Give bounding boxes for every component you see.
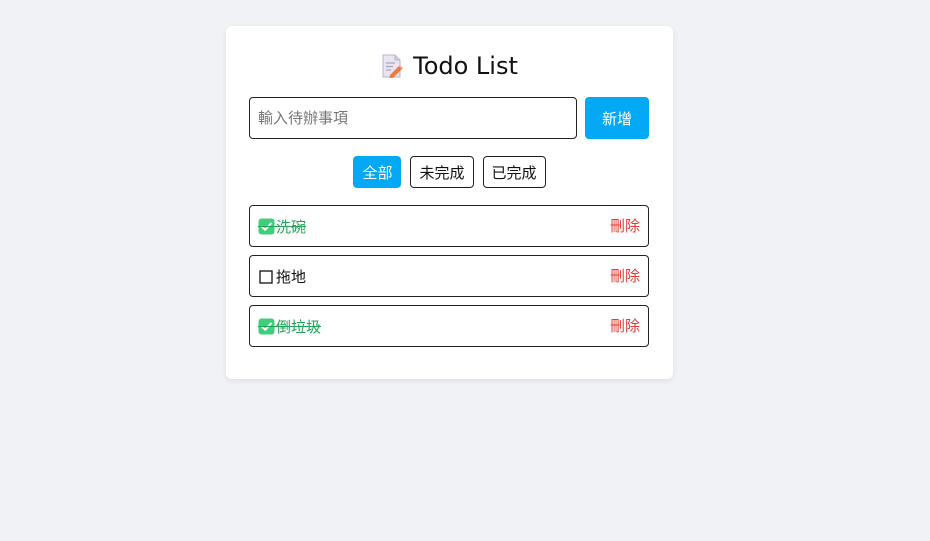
page-title: Todo List bbox=[226, 50, 673, 82]
todo-text: 洗碗 bbox=[276, 217, 307, 236]
todo-item: 拖地 刪除 bbox=[249, 255, 649, 297]
todo-text: 倒垃圾 bbox=[276, 317, 322, 336]
filter-incomplete-button[interactable]: 未完成 bbox=[410, 156, 474, 188]
checked-box-icon bbox=[258, 318, 275, 334]
todo-item: 倒垃圾 刪除 bbox=[249, 305, 649, 347]
delete-button[interactable]: 刪除 bbox=[610, 306, 640, 346]
add-button[interactable]: 新增 bbox=[585, 97, 649, 139]
checked-box-icon bbox=[258, 218, 275, 234]
memo-icon bbox=[382, 54, 404, 78]
filter-bar: 全部 未完成 已完成 bbox=[226, 156, 673, 188]
delete-button[interactable]: 刪除 bbox=[610, 256, 640, 296]
todo-toggle[interactable]: 拖地 bbox=[258, 266, 306, 287]
add-todo-form: 新增 bbox=[249, 97, 649, 139]
filter-all-button[interactable]: 全部 bbox=[353, 156, 402, 188]
todo-list: 洗碗 刪除 拖地 刪除 倒垃圾 刪除 bbox=[249, 205, 649, 355]
todo-item: 洗碗 刪除 bbox=[249, 205, 649, 247]
filter-complete-button[interactable]: 已完成 bbox=[482, 156, 546, 188]
delete-button[interactable]: 刪除 bbox=[610, 206, 640, 246]
todo-text: 拖地 bbox=[276, 267, 307, 286]
title-text: Todo List bbox=[413, 52, 518, 80]
unchecked-box-icon bbox=[259, 269, 273, 284]
todo-toggle[interactable]: 倒垃圾 bbox=[258, 316, 322, 337]
todo-input[interactable] bbox=[249, 97, 577, 139]
todo-card: Todo List 新增 全部 未完成 已完成 洗碗 刪除 bbox=[226, 26, 673, 379]
todo-toggle[interactable]: 洗碗 bbox=[258, 216, 307, 237]
